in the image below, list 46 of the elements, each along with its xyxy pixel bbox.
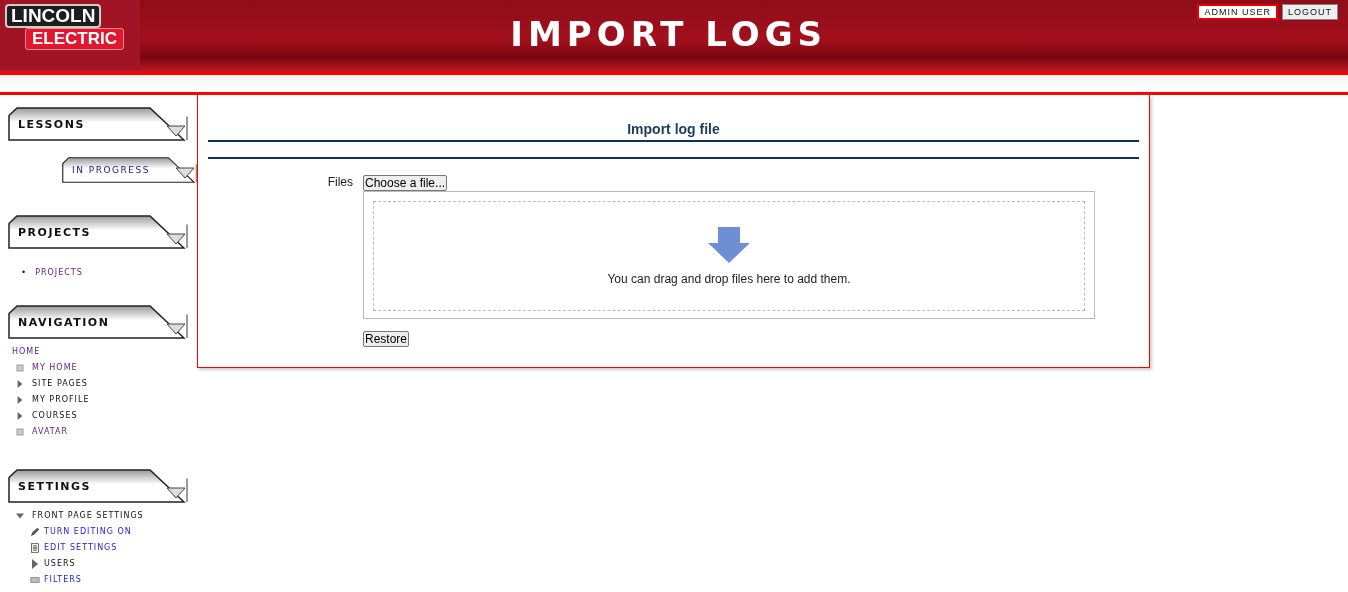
settings-link[interactable]: EDIT SETTINGS bbox=[44, 543, 118, 553]
filter-icon bbox=[30, 575, 40, 585]
logo: LINCOLN ELECTRIC bbox=[0, 0, 140, 70]
block-header[interactable]: PROJECTS bbox=[8, 215, 188, 249]
block-title: LESSONS bbox=[18, 117, 85, 131]
block-header[interactable]: NAVIGATION bbox=[8, 305, 188, 339]
block-header[interactable]: LESSONS bbox=[8, 107, 188, 141]
settings-link[interactable]: USERS bbox=[44, 559, 76, 569]
block-header[interactable]: IN PROGRESS bbox=[62, 157, 197, 183]
block-title: SETTINGS bbox=[18, 479, 91, 493]
triangle-down-icon[interactable] bbox=[16, 512, 24, 520]
home-link[interactable]: HOME bbox=[12, 347, 197, 357]
triangle-right-icon[interactable] bbox=[30, 559, 40, 569]
settings-link[interactable]: TURN EDITING ON bbox=[44, 527, 132, 537]
field-label: Files bbox=[326, 175, 353, 191]
down-arrow-icon bbox=[707, 226, 751, 264]
document-icon bbox=[30, 543, 40, 553]
restore-button[interactable]: Restore bbox=[363, 331, 410, 347]
nav-link[interactable]: SITE PAGES bbox=[32, 379, 88, 389]
pencil-icon bbox=[30, 527, 40, 537]
nav-link[interactable]: MY PROFILE bbox=[32, 395, 90, 405]
dropdown-icon[interactable] bbox=[175, 167, 195, 179]
square-bullet-icon bbox=[16, 364, 24, 372]
nav-link[interactable]: MY HOME bbox=[32, 363, 78, 373]
user-link[interactable]: ADMIN USER bbox=[1197, 4, 1278, 20]
dropdown-icon[interactable] bbox=[166, 125, 186, 137]
page-title: IMPORT LOGS bbox=[509, 13, 829, 54]
bullet: • bbox=[22, 267, 26, 277]
dropdown-icon[interactable] bbox=[166, 487, 186, 499]
square-bullet-icon bbox=[16, 428, 24, 436]
tree-node[interactable]: FRONT PAGE SETTINGS bbox=[32, 511, 144, 521]
dropdown-icon[interactable] bbox=[166, 233, 186, 245]
block-title: NAVIGATION bbox=[18, 315, 110, 329]
drop-zone[interactable]: You can drag and drop files here to add them. bbox=[363, 191, 1095, 319]
projects-link[interactable]: PROJECTS bbox=[35, 267, 83, 277]
dropdown-icon[interactable] bbox=[166, 323, 186, 335]
nav-link[interactable]: AVATAR bbox=[32, 427, 69, 437]
drop-hint: You can drag and drop files here to add them. bbox=[607, 272, 851, 286]
choose-file-button[interactable]: Choose a file... bbox=[363, 175, 448, 191]
block-header[interactable]: SETTINGS bbox=[8, 469, 188, 503]
settings-link[interactable]: FILTERS bbox=[44, 575, 82, 585]
block-title: PROJECTS bbox=[18, 225, 91, 239]
logout-button[interactable]: LOGOUT bbox=[1282, 4, 1338, 20]
block-title: IN PROGRESS bbox=[72, 165, 150, 175]
section-heading: Import log file bbox=[208, 121, 1139, 142]
nav-link[interactable]: COURSES bbox=[32, 411, 78, 421]
